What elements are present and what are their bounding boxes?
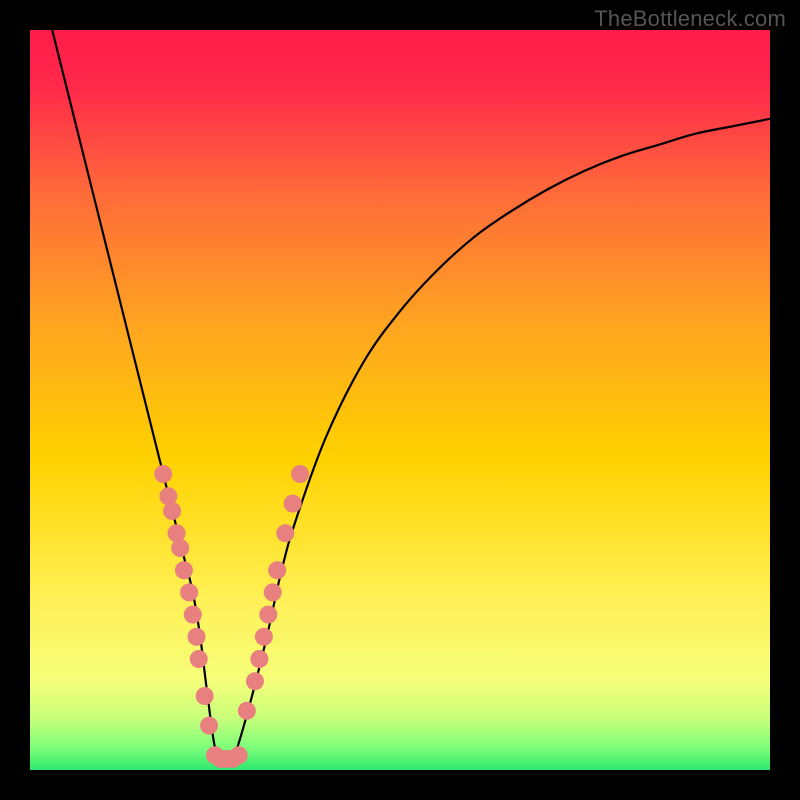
data-point	[276, 524, 294, 542]
data-point	[238, 702, 256, 720]
data-point	[154, 465, 172, 483]
data-point	[250, 650, 268, 668]
data-point	[190, 650, 208, 668]
plot-background	[30, 30, 770, 770]
data-point	[175, 561, 193, 579]
data-point	[291, 465, 309, 483]
data-point	[264, 583, 282, 601]
data-point	[163, 502, 181, 520]
data-point	[259, 606, 277, 624]
data-point	[255, 628, 273, 646]
data-point	[284, 495, 302, 513]
data-point	[196, 687, 214, 705]
data-point	[180, 583, 198, 601]
bottleneck-chart	[0, 0, 800, 800]
watermark-text: TheBottleneck.com	[594, 6, 786, 32]
chart-frame: TheBottleneck.com	[0, 0, 800, 800]
data-point	[246, 672, 264, 690]
data-point	[184, 606, 202, 624]
data-point	[188, 628, 206, 646]
data-point	[171, 539, 189, 557]
data-point	[268, 561, 286, 579]
data-point	[200, 717, 218, 735]
data-point	[230, 746, 248, 764]
